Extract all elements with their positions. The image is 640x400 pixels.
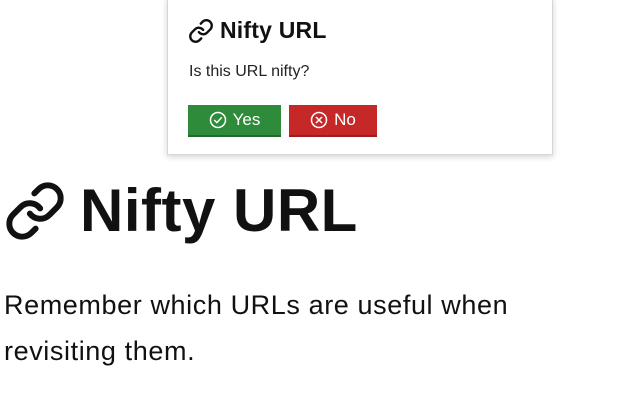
popup-header: Nifty URL [188, 17, 327, 44]
link-icon [4, 180, 66, 242]
extension-popup: Nifty URL Is this URL nifty? Yes No [167, 0, 553, 155]
yes-button-label: Yes [232, 110, 261, 129]
link-icon [188, 18, 214, 44]
page: Nifty URL Is this URL nifty? Yes No Nift… [0, 0, 640, 400]
no-button-label: No [334, 110, 356, 129]
yes-button[interactable]: Yes [188, 105, 281, 137]
popup-title: Nifty URL [220, 17, 327, 43]
check-circle-icon [209, 111, 227, 129]
popup-buttons: Yes No [188, 105, 377, 137]
no-button[interactable]: No [289, 105, 377, 137]
page-title: Nifty URL [80, 177, 358, 244]
description-text: Remember which URLs are useful when revi… [4, 290, 509, 366]
main-header: Nifty URL [4, 176, 358, 245]
x-circle-icon [310, 111, 328, 129]
popup-question: Is this URL nifty? [189, 63, 310, 80]
